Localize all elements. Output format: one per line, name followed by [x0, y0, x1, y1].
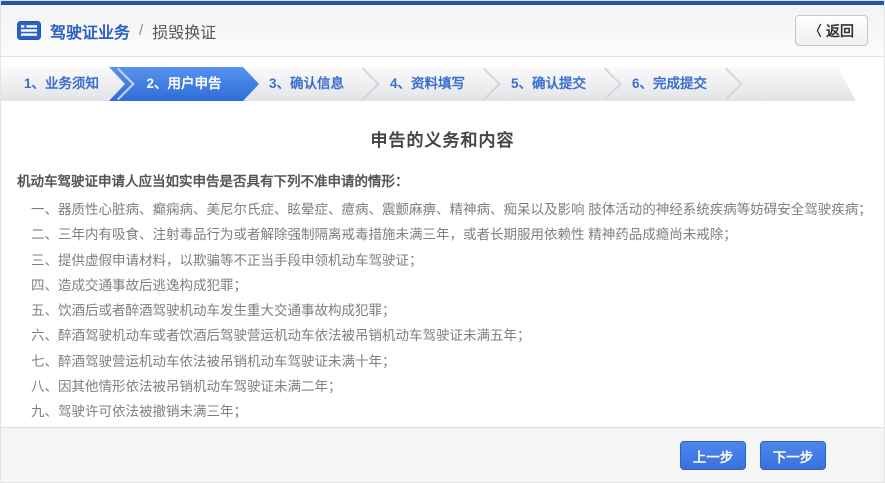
- prev-step-button[interactable]: 上一步: [680, 441, 746, 470]
- page: 驾驶证业务 / 损毁换证 〈 返回 1、业务须知 2、用户申告 3、确认信息 4…: [0, 0, 885, 483]
- step-1-label: 1、业务须知: [24, 76, 99, 91]
- back-button-label: 返回: [826, 21, 854, 41]
- page-title: 申告的义务和内容: [17, 126, 868, 151]
- step-5-confirm-submit[interactable]: 5、确认提交: [488, 67, 609, 101]
- step-3-confirm-info[interactable]: 3、确认信息: [246, 67, 367, 101]
- step-4-label: 4、资料填写: [390, 76, 465, 91]
- list-icon: [17, 21, 41, 40]
- header: 驾驶证业务 / 损毁换证 〈 返回: [1, 5, 884, 57]
- step-6-label: 6、完成提交: [632, 76, 707, 91]
- declaration-intro: 机动车驾驶证申请人应当如实申告是否具有下列不准申请的情形：: [17, 170, 868, 190]
- condition-item-7: 七、醉酒驾驶营运机动车依法被吊销机动车驾驶证未满十年；: [17, 349, 868, 374]
- condition-item-2: 二、三年内有吸食、注射毒品行为或者解除强制隔离戒毒措施未满三年，或者长期服用依赖…: [17, 222, 868, 247]
- step-wizard: 1、业务须知 2、用户申告 3、确认信息 4、资料填写 5、确认提交 6、完成提…: [1, 67, 884, 101]
- back-button[interactable]: 〈 返回: [795, 15, 868, 46]
- condition-item-4: 四、造成交通事故后逃逸构成犯罪；: [17, 273, 868, 298]
- step-2-label: 2、用户申告: [146, 76, 221, 91]
- condition-item-5: 五、饮酒后或者醉酒驾驶机动车发生重大交通事故构成犯罪；: [17, 298, 868, 323]
- step-3-label: 3、确认信息: [269, 76, 344, 91]
- condition-item-9: 九、驾驶许可依法被撤销未满三年；: [17, 399, 868, 424]
- footer: 上一步 下一步: [1, 427, 884, 482]
- back-chevron-icon: 〈: [810, 21, 821, 41]
- step-4-fill-data[interactable]: 4、资料填写: [367, 67, 488, 101]
- breadcrumb-separator: /: [139, 22, 143, 39]
- condition-item-6: 六、醉酒驾驶机动车或者饮酒后驾驶营运机动车依法被吊销机动车驾驶证未满五年；: [17, 323, 868, 348]
- next-step-button[interactable]: 下一步: [760, 441, 826, 470]
- condition-item-8: 八、因其他情形依法被吊销机动车驾驶证未满二年；: [17, 374, 868, 399]
- condition-item-1: 一、器质性心脏病、癫痫病、美尼尔氏症、眩晕症、癔病、震颤麻痹、精神病、痴呆以及影…: [17, 197, 868, 222]
- step-6-complete-submit[interactable]: 6、完成提交: [609, 67, 730, 101]
- step-1-business-notice[interactable]: 1、业务须知: [1, 67, 122, 101]
- step-5-label: 5、确认提交: [511, 76, 586, 91]
- conditions-list: 一、器质性心脏病、癫痫病、美尼尔氏症、眩晕症、癔病、震颤麻痹、精神病、痴呆以及影…: [17, 197, 868, 450]
- breadcrumb-service-link[interactable]: 驾驶证业务: [50, 19, 130, 43]
- condition-item-3: 三、提供虚假申请材料，以欺骗等不正当手段申领机动车驾驶证；: [17, 248, 868, 273]
- footer-buttons: 上一步 下一步: [680, 441, 826, 470]
- breadcrumb-current-page: 损毁换证: [152, 19, 216, 43]
